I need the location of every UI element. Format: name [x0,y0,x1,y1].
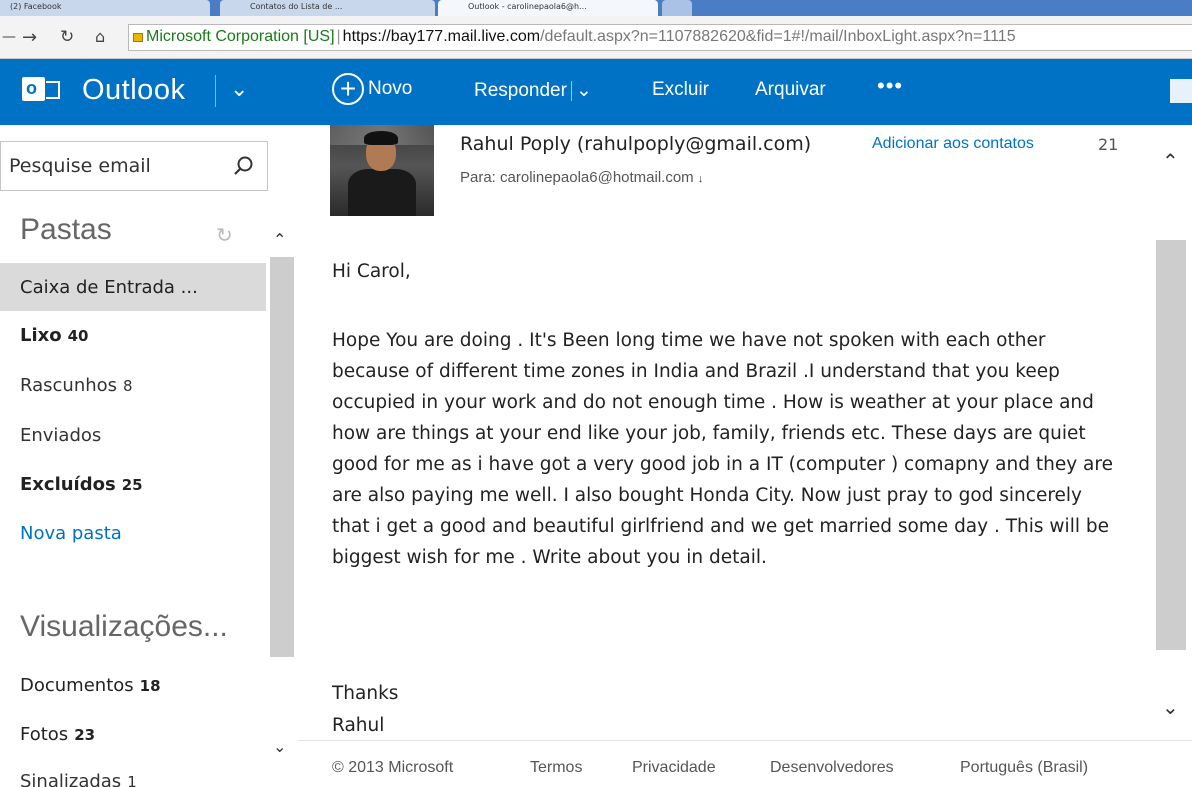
footer-language-link[interactable]: Português (Brasil) [960,759,1088,777]
search-input[interactable] [9,152,209,180]
delete-button[interactable]: Excluir [652,79,709,101]
messenger-icon[interactable] [1170,79,1192,103]
expand-recipients-icon[interactable]: ↓ [698,173,704,185]
footer: © 2013 Microsoft Termos Privacidade Dese… [298,740,1192,787]
lock-icon [133,33,143,42]
ev-certificate-label: Microsoft Corporation [US] [146,28,335,45]
folder-name: Excluídos [20,474,116,495]
folder-deleted[interactable]: Excluídos 25 [0,460,266,508]
new-message-label: Novo [368,78,413,99]
folder-sent[interactable]: Enviados [0,411,266,459]
view-name: Fotos [20,724,69,745]
chevron-down-icon[interactable]: ⌄ [230,77,248,102]
browser-tabstrip: (2) Facebook Contatos do Lista de ... Ou… [0,0,1192,16]
scroll-down-icon[interactable]: ⌄ [273,737,286,756]
view-name: Documentos [20,675,134,696]
folder-name: Lixo [20,325,62,346]
folder-drafts[interactable]: Rascunhos 8 [0,361,266,409]
folder-name: Nova pasta [20,523,122,544]
reply-divider [570,80,572,101]
home-icon[interactable]: ⌂ [95,27,105,46]
view-count: 23 [74,726,96,744]
folder-count: 8 [123,377,133,395]
message-closing: Thanks [332,683,399,704]
outlook-logo-icon[interactable]: o [22,73,60,109]
folder-name: Rascunhos [20,375,118,396]
back-icon[interactable]: — [2,29,16,45]
more-options-icon[interactable]: ••• [877,73,903,99]
views-heading[interactable]: Visualizações... [20,610,228,644]
view-flagged[interactable]: Sinalizadas 1 [0,757,266,787]
reading-pane-scrollbar[interactable]: ⌃ ⌄ [1154,125,1190,740]
footer-copyright: © 2013 Microsoft [332,759,454,776]
reply-label: Responder [474,80,567,101]
footer-privacy-link[interactable]: Privacidade [632,759,716,777]
reading-pane: Rahul Poply (rahulpoply@gmail.com) Adici… [298,125,1192,787]
search-box [0,141,268,191]
reply-options-chevron-icon[interactable]: ⌄ [576,80,592,101]
url-path: /default.aspx?n=1107882620&fid=1#!/mail/… [540,28,1016,45]
view-documents[interactable]: Documentos 18 [0,661,266,709]
footer-terms-link[interactable]: Termos [530,759,582,777]
recipient-line: Para: carolinepaola6@hotmail.com ↓ [460,169,703,186]
view-count: 1 [127,773,137,787]
browser-tab-contacts[interactable]: Contatos do Lista de ... [220,0,435,16]
reload-icon[interactable]: ↻ [60,27,74,47]
folder-count: 40 [67,327,89,345]
forward-icon[interactable]: → [22,27,37,48]
view-name: Sinalizadas [20,771,122,787]
sidebar: Pastas ↻ Caixa de Entrada ... Lixo 40 Ras… [0,125,298,787]
scroll-up-icon[interactable]: ⌃ [273,230,286,249]
scrollbar-thumb[interactable] [1156,240,1186,650]
add-to-contacts-link[interactable]: Adicionar aos contatos [872,135,1034,153]
url-scheme: https:// [342,28,391,45]
new-message-button[interactable]: + Novo [332,73,412,105]
browser-toolbar: — → ↻ ⌂ Microsoft Corporation [US] | https… [0,16,1192,59]
folder-name: Caixa de Entrada ... [20,277,198,298]
folder-count: 25 [121,476,143,494]
scrollbar-thumb[interactable] [270,257,294,657]
outlook-header: o Outlook ⌄ + Novo Responder ⌄ Excluir Arq… [0,59,1192,125]
header-divider [215,75,216,107]
browser-tab-outlook[interactable]: Outlook - carolinepaola6@h... [438,0,658,16]
url-host: bay177.mail.live.com [390,28,541,45]
plus-circle-icon: + [332,73,364,105]
footer-developers-link[interactable]: Desenvolvedores [770,759,894,777]
message-greeting: Hi Carol, [332,261,411,282]
archive-button[interactable]: Arquivar [755,79,826,101]
recipient-text: Para: carolinepaola6@hotmail.com [460,169,694,186]
folder-junk[interactable]: Lixo 40 [0,311,266,359]
browser-new-tab-button[interactable] [662,0,692,16]
message-signature: Rahul [332,715,385,736]
sender-avatar[interactable] [330,125,434,216]
brand-name[interactable]: Outlook [82,74,185,107]
view-count: 18 [139,677,161,695]
url-separator: | [336,28,341,45]
new-folder-link[interactable]: Nova pasta [0,509,266,557]
search-icon[interactable] [232,155,254,177]
folder-inbox[interactable]: Caixa de Entrada ... [0,263,266,311]
view-photos[interactable]: Fotos 23 [0,710,266,758]
refresh-icon[interactable]: ↻ [216,223,233,247]
scroll-up-icon[interactable]: ⌃ [1162,149,1179,173]
sidebar-scrollbar[interactable]: ⌃ ⌄ [268,225,296,775]
scroll-down-icon[interactable]: ⌄ [1162,695,1179,719]
sender-name[interactable]: Rahul Poply (rahulpoply@gmail.com) [460,133,811,155]
reply-button[interactable]: Responder ⌄ [474,79,592,102]
browser-tab-facebook[interactable]: (2) Facebook [0,0,210,16]
message-body: Hope You are doing . It's Been long time… [332,330,1113,568]
folder-name: Enviados [20,425,102,446]
message-date: 21 [1098,135,1119,154]
folders-heading[interactable]: Pastas [20,213,112,247]
address-bar[interactable]: Microsoft Corporation [US] | https://bay17… [128,24,1192,51]
